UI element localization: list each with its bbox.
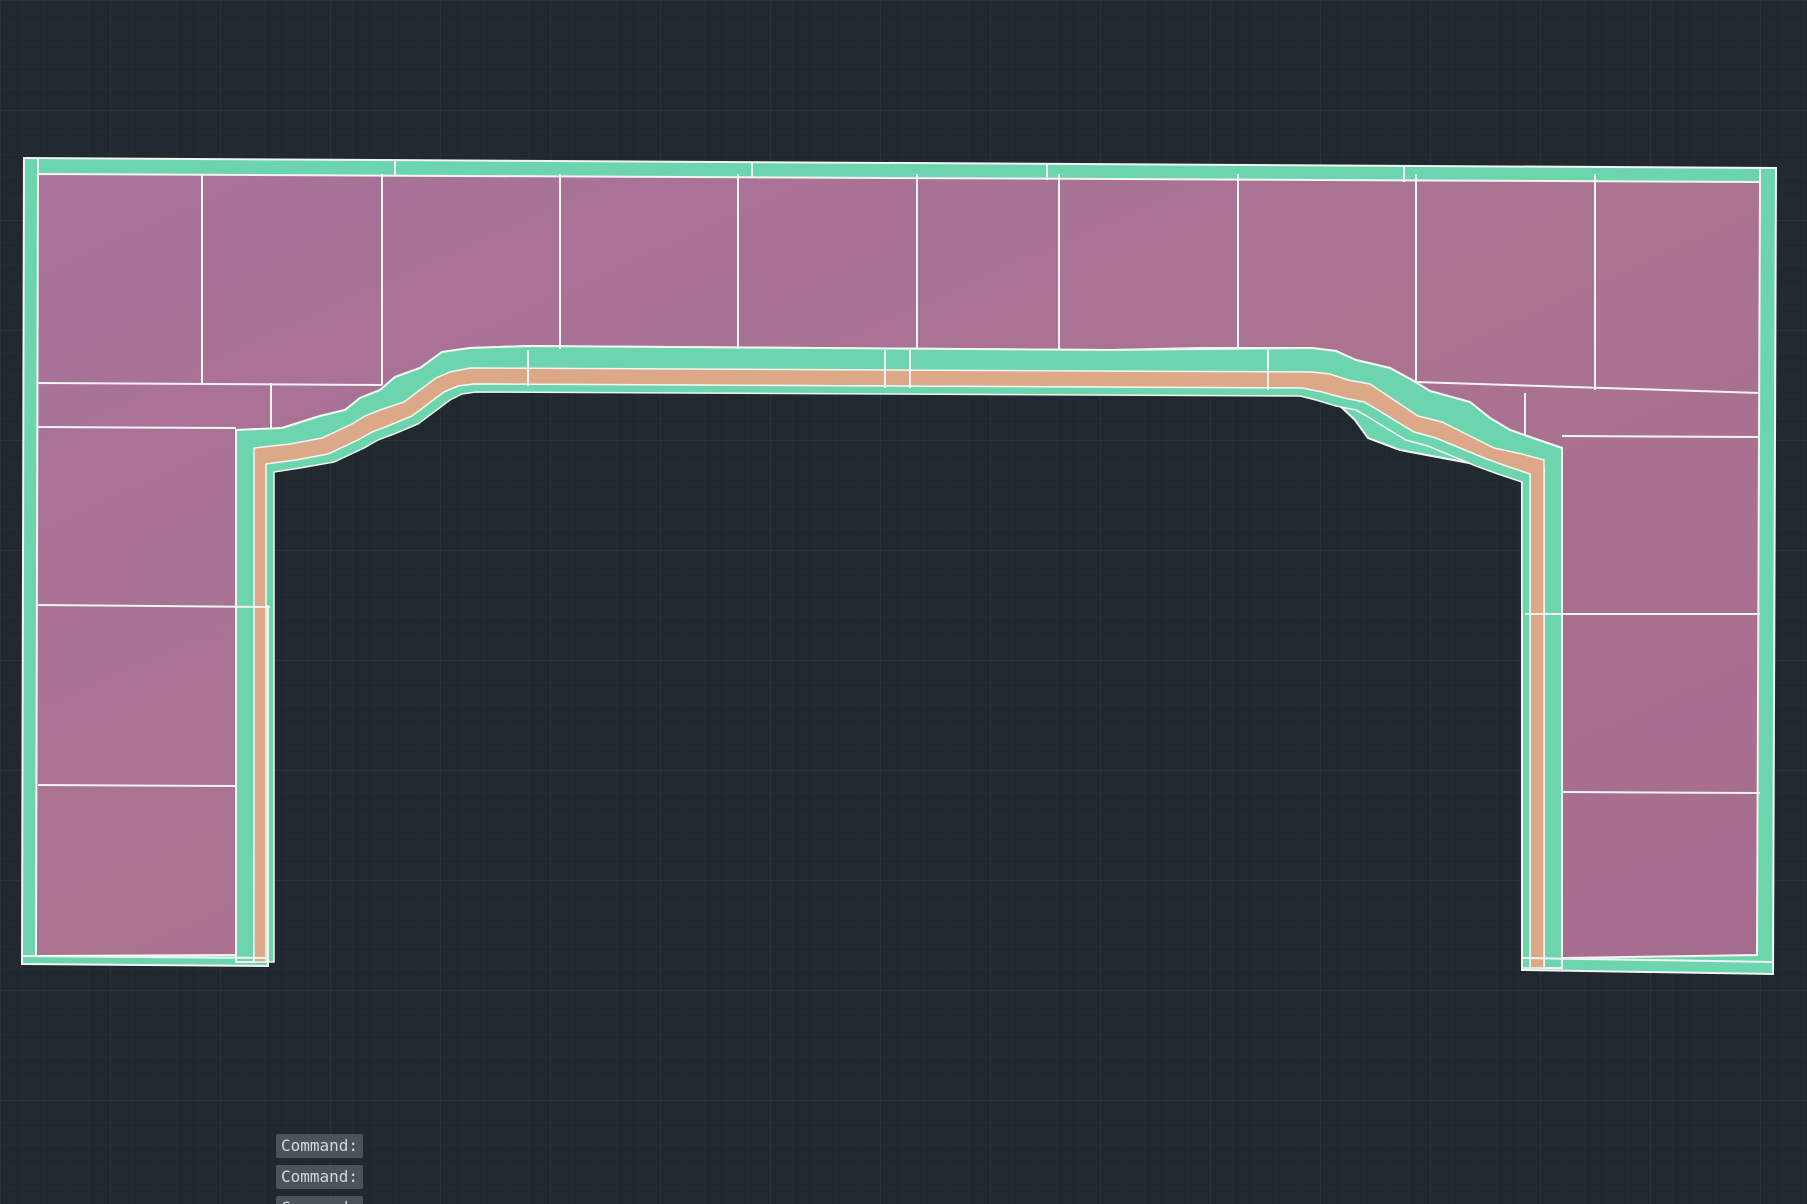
command-history-line: Command: [276,1134,364,1158]
model-space-viewport[interactable]: Command: Command: Command: [0,0,1807,1204]
command-history-line: Command: [276,1165,364,1189]
command-history-panel: Command: Command: Command: [276,1134,396,1204]
command-history-line: Command: [276,1196,364,1204]
cad-drawing[interactable] [0,0,1807,1204]
